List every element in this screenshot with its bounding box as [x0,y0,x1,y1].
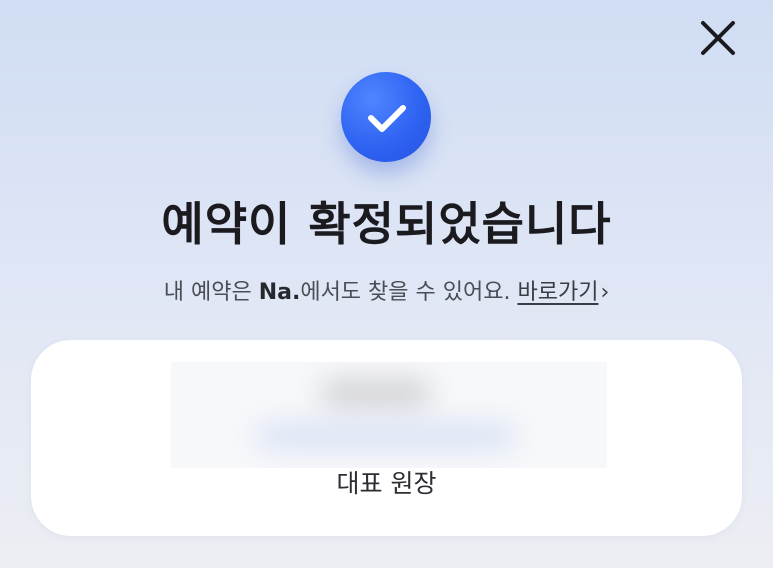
check-icon [368,105,406,132]
shortcut-link[interactable]: 바로가기 [517,280,598,305]
brand-name: Na. [258,280,301,305]
profile-card: 대표 원장 [31,340,742,536]
confirmation-title: 예약이 확정되었습니다 [161,197,612,251]
blurred-name [321,380,431,408]
chevron-right-icon[interactable]: › [600,280,609,305]
blurred-profile-info [171,362,607,468]
subtitle-suffix: 에서도 찾을 수 있어요. [300,280,518,305]
close-icon [701,21,735,55]
role-label: 대표 원장 [336,469,437,498]
confirmation-subtitle: 내 예약은 Na.에서도 찾을 수 있어요. 바로가기› [0,276,773,310]
close-button[interactable] [693,14,741,62]
success-badge [341,72,431,162]
subtitle-prefix: 내 예약은 [163,280,259,305]
blurred-detail [256,424,516,448]
